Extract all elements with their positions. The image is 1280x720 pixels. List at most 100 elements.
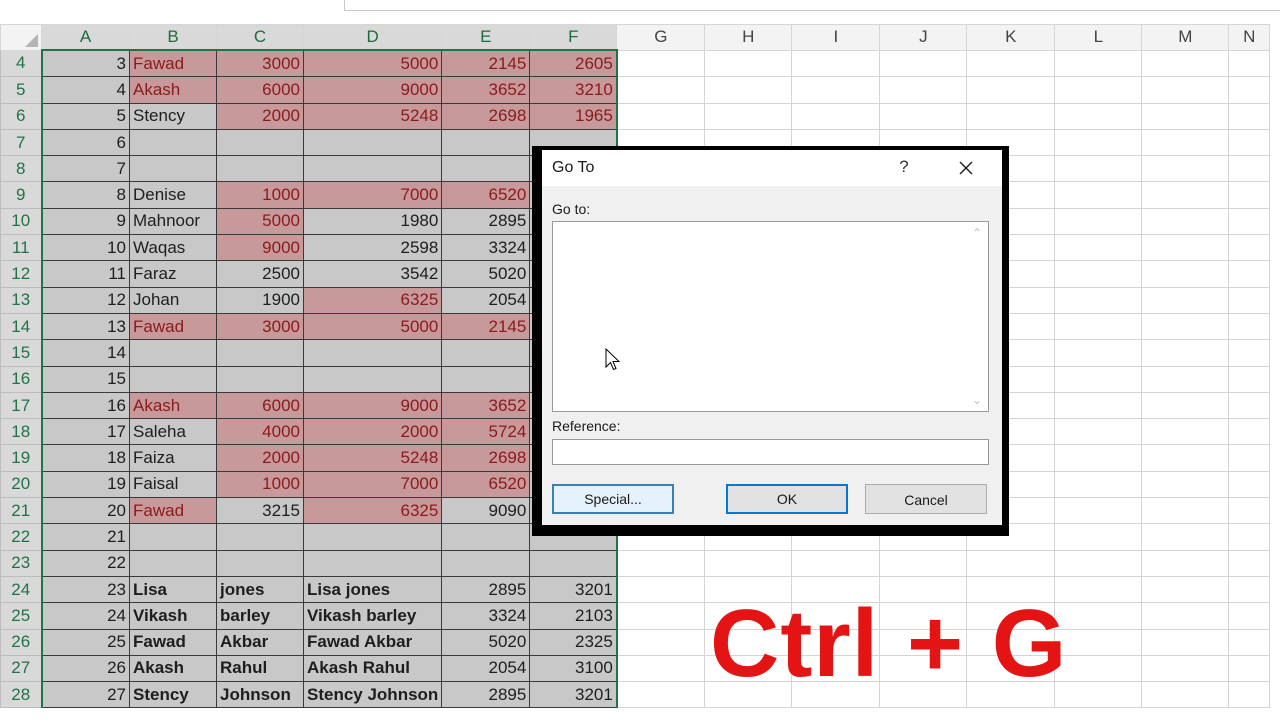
cell-b[interactable] [129, 128, 217, 157]
cell-b[interactable]: Saleha [129, 418, 217, 446]
empty-cell[interactable] [966, 549, 1056, 577]
cell-b[interactable]: Denise [129, 181, 217, 209]
empty-cell[interactable] [1228, 181, 1271, 209]
row-header[interactable]: 27 [0, 654, 43, 683]
empty-cell[interactable] [1228, 49, 1271, 78]
cell-a[interactable]: 26 [41, 654, 130, 683]
dialog-titlebar[interactable]: Go To ? [542, 150, 1002, 186]
cell-e[interactable]: 2054 [441, 286, 531, 314]
cell-c[interactable]: 6000 [216, 391, 304, 420]
cell-e[interactable]: 2054 [441, 654, 531, 683]
cell-c[interactable]: 5000 [216, 207, 304, 236]
cell-a[interactable]: 16 [41, 391, 130, 420]
cell-e[interactable]: 6520 [441, 181, 531, 209]
empty-cell[interactable] [1228, 470, 1271, 499]
close-button[interactable] [952, 154, 980, 182]
empty-cell[interactable] [1228, 339, 1271, 367]
empty-cell[interactable] [1141, 365, 1230, 393]
empty-cell[interactable] [1054, 523, 1143, 551]
cell-a[interactable]: 8 [41, 181, 130, 209]
cell-c[interactable]: 3000 [216, 49, 304, 78]
empty-cell[interactable] [616, 575, 706, 604]
cell-b[interactable]: Fawad [129, 497, 217, 525]
row-header[interactable]: 18 [0, 418, 43, 446]
cell-d[interactable] [302, 365, 443, 393]
empty-cell[interactable] [1228, 575, 1271, 604]
cell-e[interactable] [441, 365, 531, 393]
empty-cell[interactable] [704, 76, 793, 104]
cell-b[interactable]: Stency [129, 681, 217, 709]
empty-cell[interactable] [1054, 365, 1143, 393]
row-header[interactable]: 14 [0, 312, 43, 341]
cell-a[interactable]: 25 [41, 628, 130, 656]
cell-d[interactable]: Lisa jones [302, 575, 443, 604]
reference-input[interactable] [552, 439, 989, 465]
empty-cell[interactable] [616, 49, 706, 78]
ok-button[interactable]: OK [726, 484, 848, 514]
row-header[interactable]: 7 [0, 128, 43, 157]
empty-cell[interactable] [1054, 444, 1143, 472]
empty-cell[interactable] [1228, 523, 1271, 551]
empty-cell[interactable] [616, 602, 706, 630]
empty-cell[interactable] [1141, 155, 1230, 183]
empty-cell[interactable] [1054, 234, 1143, 262]
row-header[interactable]: 17 [0, 391, 43, 420]
empty-cell[interactable] [1054, 470, 1143, 499]
cell-a[interactable]: 12 [41, 286, 130, 314]
row-header[interactable]: 23 [0, 549, 43, 577]
row-header[interactable]: 16 [0, 365, 43, 393]
row-header[interactable]: 28 [0, 681, 43, 709]
row-header[interactable]: 24 [0, 575, 43, 604]
row-header[interactable]: 11 [0, 234, 43, 262]
row-header[interactable]: 26 [0, 628, 43, 656]
cell-f[interactable] [529, 549, 618, 577]
cell-a[interactable]: 11 [41, 260, 130, 288]
empty-cell[interactable] [1141, 312, 1230, 341]
empty-cell[interactable] [1141, 49, 1230, 78]
cell-a[interactable]: 18 [41, 444, 130, 472]
cell-d[interactable]: 7000 [302, 181, 443, 209]
empty-cell[interactable] [879, 102, 968, 130]
column-header-e[interactable]: E [441, 24, 531, 51]
cell-c[interactable]: 2000 [216, 444, 304, 472]
cell-b[interactable]: Akash [129, 654, 217, 683]
cell-d[interactable] [302, 155, 443, 183]
empty-cell[interactable] [1141, 207, 1230, 236]
row-header[interactable]: 12 [0, 260, 43, 288]
cell-f[interactable]: 3210 [529, 76, 618, 104]
empty-cell[interactable] [1141, 497, 1230, 525]
empty-cell[interactable] [1141, 654, 1230, 683]
cell-c[interactable]: 3000 [216, 312, 304, 341]
cell-c[interactable] [216, 523, 304, 551]
empty-cell[interactable] [616, 628, 706, 656]
empty-cell[interactable] [791, 76, 881, 104]
empty-cell[interactable] [1054, 497, 1143, 525]
cell-f[interactable]: 3100 [529, 654, 618, 683]
row-header[interactable]: 13 [0, 286, 43, 314]
cell-a[interactable]: 23 [41, 575, 130, 604]
cell-d[interactable]: 6325 [302, 497, 443, 525]
empty-cell[interactable] [1054, 49, 1143, 78]
cell-b[interactable]: Fawad [129, 49, 217, 78]
empty-cell[interactable] [1228, 444, 1271, 472]
empty-cell[interactable] [966, 102, 1056, 130]
cell-d[interactable]: 9000 [302, 76, 443, 104]
cell-b[interactable]: Fawad [129, 628, 217, 656]
cell-a[interactable]: 15 [41, 365, 130, 393]
empty-cell[interactable] [1141, 76, 1230, 104]
empty-cell[interactable] [1141, 549, 1230, 577]
empty-cell[interactable] [1054, 339, 1143, 367]
row-header[interactable]: 20 [0, 470, 43, 499]
empty-cell[interactable] [791, 102, 881, 130]
cell-f[interactable]: 2103 [529, 602, 618, 630]
cell-b[interactable]: Faiza [129, 444, 217, 472]
empty-cell[interactable] [1141, 286, 1230, 314]
cell-e[interactable] [441, 523, 531, 551]
empty-cell[interactable] [1054, 286, 1143, 314]
empty-cell[interactable] [1228, 155, 1271, 183]
empty-cell[interactable] [1228, 260, 1271, 288]
empty-cell[interactable] [1141, 681, 1230, 709]
cell-c[interactable]: 1000 [216, 181, 304, 209]
cell-b[interactable]: Fawad [129, 312, 217, 341]
empty-cell[interactable] [1054, 681, 1143, 709]
